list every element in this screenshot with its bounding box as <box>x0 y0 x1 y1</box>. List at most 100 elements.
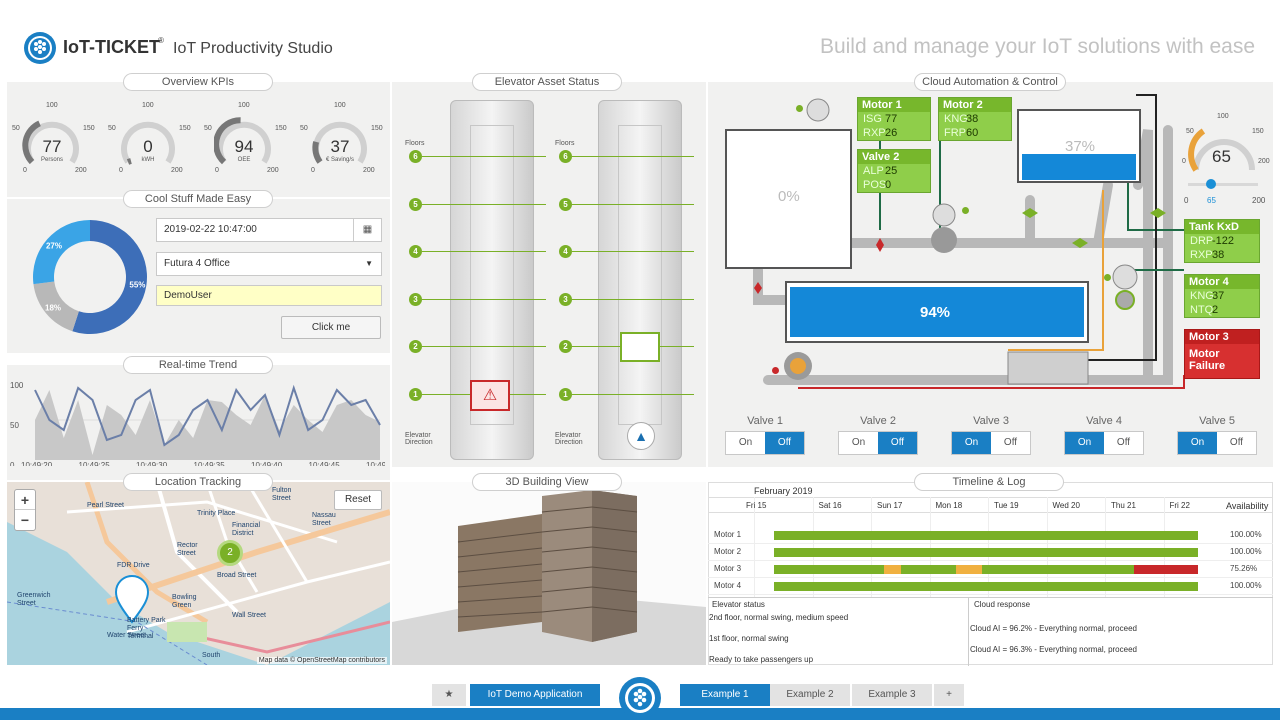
map-street-label: Pearl Street <box>87 502 124 509</box>
zoom-out-button[interactable]: − <box>15 510 35 530</box>
metric-row: POS0 <box>858 178 930 192</box>
kpi-gauge-unit: kWH <box>141 157 155 163</box>
floor-indicator[interactable]: 3 <box>559 292 572 306</box>
timeline-bar[interactable] <box>1134 565 1198 574</box>
metric-value: -122 <box>1212 235 1235 247</box>
metric-row: ISG 77 <box>858 112 930 126</box>
user-field[interactable]: DemoUser <box>156 285 382 306</box>
tab-example-1[interactable]: Example 1 <box>680 684 770 706</box>
map-street-label: FDR Drive <box>117 562 150 569</box>
up-arrow-icon[interactable]: ▲ <box>627 422 655 450</box>
date-input[interactable]: 2019-02-22 10:47:00 ▦ <box>156 218 382 242</box>
metric-key: ISG <box>863 113 882 125</box>
floor-indicator[interactable]: 6 <box>559 150 572 163</box>
timeline-bar[interactable] <box>901 565 957 574</box>
slider-handle[interactable] <box>1205 179 1216 189</box>
valve-off-button[interactable]: Off <box>1217 432 1256 454</box>
map-street-label: Rector Street <box>177 542 198 557</box>
map-panel[interactable]: + − Reset 2 Fulton Street Rector Street Bo… <box>7 482 390 665</box>
valve-on-button[interactable]: On <box>1178 432 1217 454</box>
timeline-bar[interactable] <box>774 582 1198 591</box>
kpi-gauge-tick: 50 <box>204 125 212 132</box>
level-slider[interactable] <box>1188 179 1258 189</box>
tab-favorite[interactable]: ★ <box>432 684 466 706</box>
kpi-gauge-tick: 100 <box>334 102 346 109</box>
valve-toggle[interactable]: On Off <box>951 431 1031 455</box>
timeline-bar[interactable] <box>981 565 1135 574</box>
zoom-in-button[interactable]: + <box>15 490 35 510</box>
valve-off-button[interactable]: Off <box>878 432 917 454</box>
timeline-bar[interactable] <box>884 565 902 574</box>
floor-indicator[interactable]: 3 <box>409 292 422 306</box>
availability-header: Availability <box>1226 501 1269 511</box>
motor1-status-box[interactable]: Motor 1 ISG 77 RXP26 <box>857 97 931 141</box>
kpi-gauge-tick: 200 <box>267 167 279 174</box>
calendar-icon[interactable]: ▦ <box>353 219 381 241</box>
kpi-gauge-tick: 50 <box>12 125 20 132</box>
kpi-gauge-tick: 0 <box>215 167 219 174</box>
valve-on-button[interactable]: On <box>952 432 991 454</box>
tank-status-box[interactable]: Tank KxD DRP-122 RXP38 <box>1184 219 1260 263</box>
motor4-name: Motor 4 <box>1185 275 1259 289</box>
header: IoT-TICKET ® IoT Productivity Studio Bui… <box>0 0 1280 80</box>
floor-line <box>422 346 546 348</box>
tab-iot-demo-application[interactable]: IoT Demo Application <box>470 684 600 706</box>
building-panel[interactable] <box>392 482 706 665</box>
valve-on-button[interactable]: On <box>1065 432 1104 454</box>
motor4-status-box[interactable]: Motor 4 KNG37 NTQ2 <box>1184 274 1260 318</box>
map-reset-button[interactable]: Reset <box>334 490 382 510</box>
valve-off-button[interactable]: Off <box>991 432 1030 454</box>
timeline-bar[interactable] <box>774 548 1198 557</box>
map-street-label: Wall Street <box>232 612 266 619</box>
brand-name: IoT-TICKET <box>63 37 160 57</box>
valve-title: Valve 1 <box>747 415 783 427</box>
floor-indicator[interactable]: 5 <box>559 197 572 211</box>
timeline-bar[interactable] <box>774 565 885 574</box>
donut-slice-label: 27% <box>46 241 62 250</box>
map-cluster-marker[interactable]: 2 <box>217 540 243 566</box>
map-street-label: Fulton Street <box>272 487 292 502</box>
valve-on-button[interactable]: On <box>839 432 878 454</box>
valve-off-button[interactable]: Off <box>1104 432 1143 454</box>
kpi-gauge-tick: 50 <box>300 125 308 132</box>
floor-line <box>572 394 694 395</box>
home-logo-icon[interactable] <box>618 676 662 720</box>
valve-off-button[interactable]: Off <box>765 432 804 454</box>
floor-indicator[interactable]: 1 <box>559 388 572 401</box>
trend-x-tick: 10:49:30 <box>136 461 168 466</box>
kpi-gauge-value: 0 <box>143 137 153 156</box>
status-dot <box>796 105 803 112</box>
valve-title: Valve 3 <box>973 415 1009 427</box>
valve2-status-box[interactable]: Valve 2 ALP25 POS0 <box>857 149 931 193</box>
floor-indicator[interactable]: 6 <box>409 150 422 163</box>
valve-toggle[interactable]: On Off <box>725 431 805 455</box>
valve-toggle[interactable]: On Off <box>1177 431 1257 455</box>
level-gauge-tick: 200 <box>1258 158 1270 165</box>
office-select[interactable]: Futura 4 Office ▼ <box>156 252 382 276</box>
timeline-day: Mon 18 <box>935 501 963 510</box>
level-gauge-value: 65 <box>1212 147 1231 166</box>
tab-example-2[interactable]: Example 2 <box>770 684 850 706</box>
kpi-gauge-unit: OEE <box>237 157 251 163</box>
timeline-bar[interactable] <box>956 565 982 574</box>
timeline-day: Thu 21 <box>1111 501 1136 510</box>
floor-indicator[interactable]: 5 <box>409 197 422 211</box>
elevator-car[interactable] <box>620 332 660 362</box>
valve-on-button[interactable]: On <box>726 432 765 454</box>
click-me-button[interactable]: Click me <box>281 316 381 339</box>
user-field-value: DemoUser <box>164 290 212 301</box>
timeline-bar[interactable] <box>774 531 1198 540</box>
elevator-car-alarm[interactable]: ⚠ <box>470 380 510 411</box>
tab-add[interactable]: + <box>934 684 964 706</box>
motor3-status-box[interactable]: Motor 3 Motor Failure <box>1184 329 1260 379</box>
tab-example-3[interactable]: Example 3 <box>852 684 932 706</box>
kpi-gauge-tick: 0 <box>119 167 123 174</box>
floor-indicator[interactable]: 1 <box>409 388 422 401</box>
valve-title: Valve 4 <box>1086 415 1122 427</box>
metric-key: POS <box>863 179 887 191</box>
kpi-gauge-value: 37 <box>330 137 350 156</box>
valve-toggle[interactable]: On Off <box>838 431 918 455</box>
motor2-status-box[interactable]: Motor 2 KNG38 FRP60 <box>938 97 1012 141</box>
valve-toggle[interactable]: On Off <box>1064 431 1144 455</box>
slider-min: 0 <box>1184 196 1189 205</box>
